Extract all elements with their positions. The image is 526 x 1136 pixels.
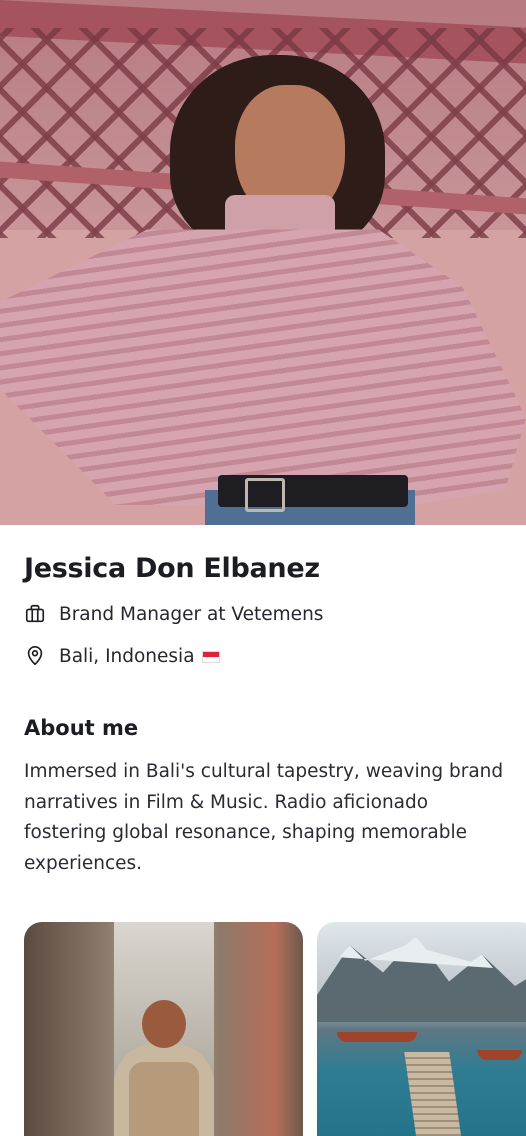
job-row: Brand Manager at Vetemens xyxy=(24,603,323,625)
indonesia-flag-icon xyxy=(201,650,220,663)
profile-photo xyxy=(0,0,526,525)
profile-name: Jessica Don Elbanez xyxy=(24,553,320,584)
gallery-photo-street[interactable] xyxy=(24,922,303,1136)
location-pin-icon xyxy=(24,645,46,667)
photo-gallery[interactable] xyxy=(24,922,526,1136)
location-text: Bali, Indonesia xyxy=(59,646,220,667)
gallery-photo-lake[interactable] xyxy=(317,922,526,1136)
job-title: Brand Manager at Vetemens xyxy=(59,603,324,625)
briefcase-icon xyxy=(24,603,46,625)
location-row: Bali, Indonesia xyxy=(24,645,220,667)
about-bio: Immersed in Bali's cultural tapestry, we… xyxy=(24,761,504,874)
about-heading: About me xyxy=(24,716,139,740)
